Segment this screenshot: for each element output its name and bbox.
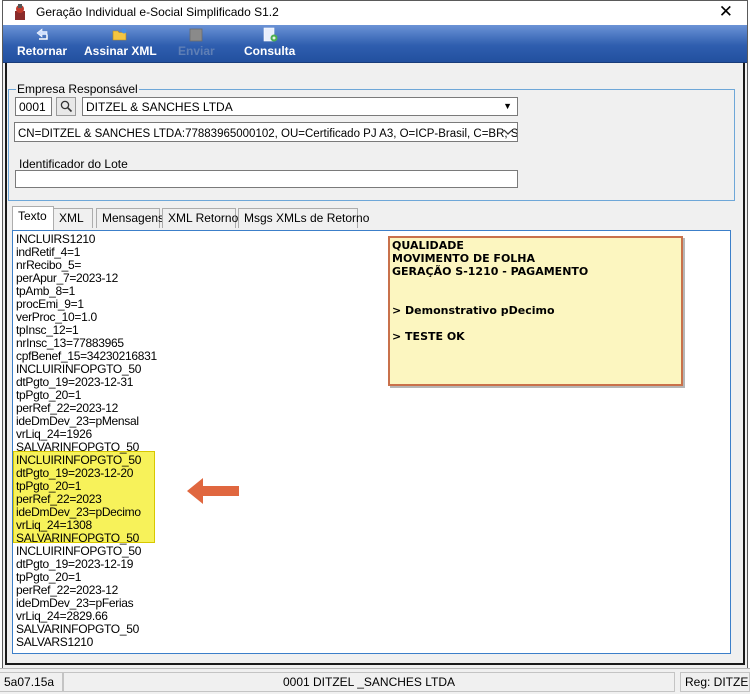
send-icon xyxy=(189,28,203,42)
note-line: GERAÇÃO S-1210 - PAGAMENTO xyxy=(392,265,589,278)
empresa-name-select[interactable]: DITZEL & SANCHES LTDA ▼ xyxy=(82,97,518,116)
tab-msgs-xmls-retorno[interactable]: Msgs XMLs de Retorno xyxy=(238,208,369,228)
status-version: 5a07.15a xyxy=(0,672,63,692)
toolbar: Retornar Assinar XML Enviar Consulta xyxy=(3,25,747,63)
consulta-button[interactable]: Consulta xyxy=(244,27,295,61)
certificate-select[interactable]: CN=DITZEL & SANCHES LTDA:77883965000102,… xyxy=(14,122,518,142)
sticky-note: QUALIDADE MOVIMENTO DE FOLHA GERAÇÃO S-121… xyxy=(388,236,683,386)
note-line: MOVIMENTO DE FOLHA xyxy=(392,252,536,265)
note-line: QUALIDADE xyxy=(392,239,464,252)
status-bar: 5a07.15a 0001 DITZEL _SANCHES LTDA Reg: … xyxy=(0,668,750,694)
title-bar: Geração Individual e-Social Simplificado… xyxy=(3,1,747,25)
window-title: Geração Individual e-Social Simplificado… xyxy=(36,5,279,19)
chevron-down-icon: ▼ xyxy=(503,101,512,111)
tab-mensagens[interactable]: Mensagens xyxy=(96,208,164,228)
assinar-xml-label: Assinar XML xyxy=(84,44,157,58)
status-user: Reg: DITZEL xyxy=(680,672,750,692)
return-icon xyxy=(36,28,48,40)
consulta-label: Consulta xyxy=(244,44,296,58)
lote-label: Identificador do Lote xyxy=(19,157,128,171)
consult-icon xyxy=(263,27,278,42)
note-line: > Demonstrativo pDecimo xyxy=(392,304,555,317)
app-icon xyxy=(15,4,25,20)
enviar-label: Enviar xyxy=(178,44,215,58)
search-icon xyxy=(60,100,72,113)
note-line xyxy=(392,291,679,304)
empresa-search-button[interactable] xyxy=(56,97,76,116)
empresa-group-label: Empresa Responsável xyxy=(16,82,139,96)
tab-xml[interactable]: XML xyxy=(53,208,93,228)
assinar-xml-button[interactable]: Assinar XML xyxy=(84,27,157,61)
tab-texto[interactable]: Texto xyxy=(12,206,54,230)
lote-input[interactable] xyxy=(15,170,518,188)
certificate-value: CN=DITZEL & SANCHES LTDA:77883965000102,… xyxy=(18,128,518,140)
note-line xyxy=(392,317,679,330)
text-content[interactable]: INCLUIRS1210 indRetif_4=1 nrRecibo_5= perAp… xyxy=(16,233,157,649)
chevron-down-icon xyxy=(503,129,513,135)
note-line xyxy=(392,278,679,291)
note-line: > TESTE OK xyxy=(392,330,465,343)
status-company: 0001 DITZEL _SANCHES LTDA xyxy=(63,672,675,692)
close-icon[interactable]: ✕ xyxy=(719,2,733,22)
text-line: SALVARS1210 xyxy=(16,635,93,649)
empresa-name-value: DITZEL & SANCHES LTDA xyxy=(86,100,233,114)
folder-sign-icon xyxy=(113,28,127,41)
retornar-button[interactable]: Retornar xyxy=(17,27,67,61)
empresa-code-input[interactable]: 0001 xyxy=(15,97,52,116)
enviar-button[interactable]: Enviar xyxy=(178,27,215,61)
retornar-label: Retornar xyxy=(17,44,68,58)
arrow-left-icon xyxy=(187,478,239,504)
tab-xml-retorno[interactable]: XML Retorno xyxy=(162,208,238,228)
